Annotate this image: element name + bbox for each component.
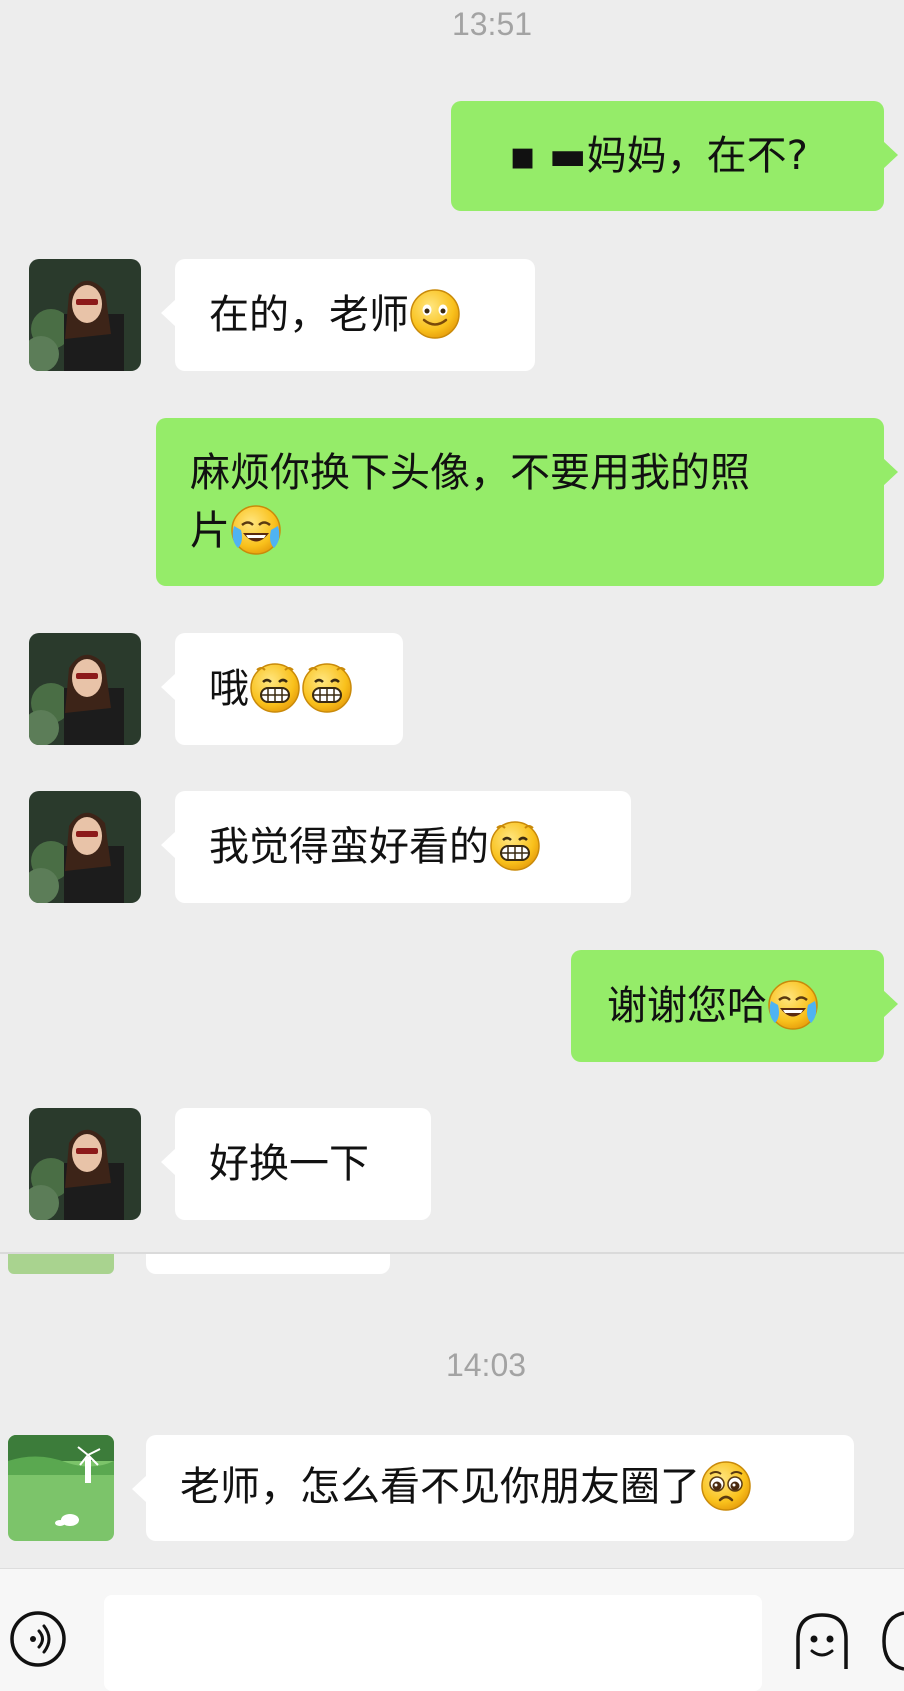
splice-divider [0, 1252, 904, 1254]
message-text: ▪ ▬妈妈，在不? [509, 133, 808, 179]
contact-avatar-landscape[interactable] [8, 1435, 114, 1541]
cropped-bubble-fragment [146, 1252, 390, 1274]
grin-emoji [250, 663, 300, 713]
contact-avatar[interactable] [29, 791, 141, 903]
message-bubble-incoming[interactable]: 我觉得蛮好看的 [161, 791, 631, 903]
tears-of-joy-emoji [768, 980, 818, 1030]
message-bubble-incoming[interactable]: 在的，老师 [161, 259, 535, 371]
timestamp: 13:51 [451, 6, 533, 42]
message-text: 老师，怎么看不见你朋友圈了 [180, 1464, 700, 1510]
add-more-icon[interactable] [880, 1609, 904, 1673]
pleading-emoji [701, 1461, 751, 1511]
message-bubble-outgoing[interactable]: ▪ ▬妈妈，在不? [451, 101, 898, 211]
chat-input-bar [0, 1568, 904, 1691]
smile-emoji [410, 289, 460, 339]
message-input[interactable] [104, 1595, 762, 1691]
grin-emoji [302, 663, 352, 713]
contact-avatar[interactable] [29, 633, 141, 745]
timestamp: 14:03 [445, 1347, 527, 1383]
message-bubble-incoming[interactable]: 好换一下 [161, 1108, 431, 1220]
message-text: 好换一下 [209, 1141, 369, 1187]
contact-avatar[interactable] [29, 259, 141, 371]
message-text: 哦 [209, 666, 249, 712]
cropped-avatar-fragment [8, 1252, 114, 1274]
message-text: 在的，老师 [209, 292, 409, 338]
message-text-line: 片 [190, 508, 230, 554]
contact-avatar[interactable] [29, 1108, 141, 1220]
message-bubble-outgoing[interactable]: 麻烦你换下头像，不要用我的照 片 [156, 418, 898, 586]
message-bubble-incoming[interactable]: 老师，怎么看不见你朋友圈了 [132, 1435, 854, 1541]
tears-of-joy-emoji [231, 505, 281, 555]
message-text: 我觉得蛮好看的 [209, 824, 489, 870]
message-text: 谢谢您哈 [607, 983, 767, 1029]
emoji-face-icon[interactable] [792, 1609, 852, 1673]
voice-icon[interactable] [8, 1609, 68, 1669]
grin-emoji [490, 821, 540, 871]
message-bubble-incoming[interactable]: 哦 [161, 633, 403, 745]
message-bubble-outgoing[interactable]: 谢谢您哈 [571, 950, 898, 1062]
message-text-line: 麻烦你换下头像，不要用我的照 [190, 450, 750, 496]
